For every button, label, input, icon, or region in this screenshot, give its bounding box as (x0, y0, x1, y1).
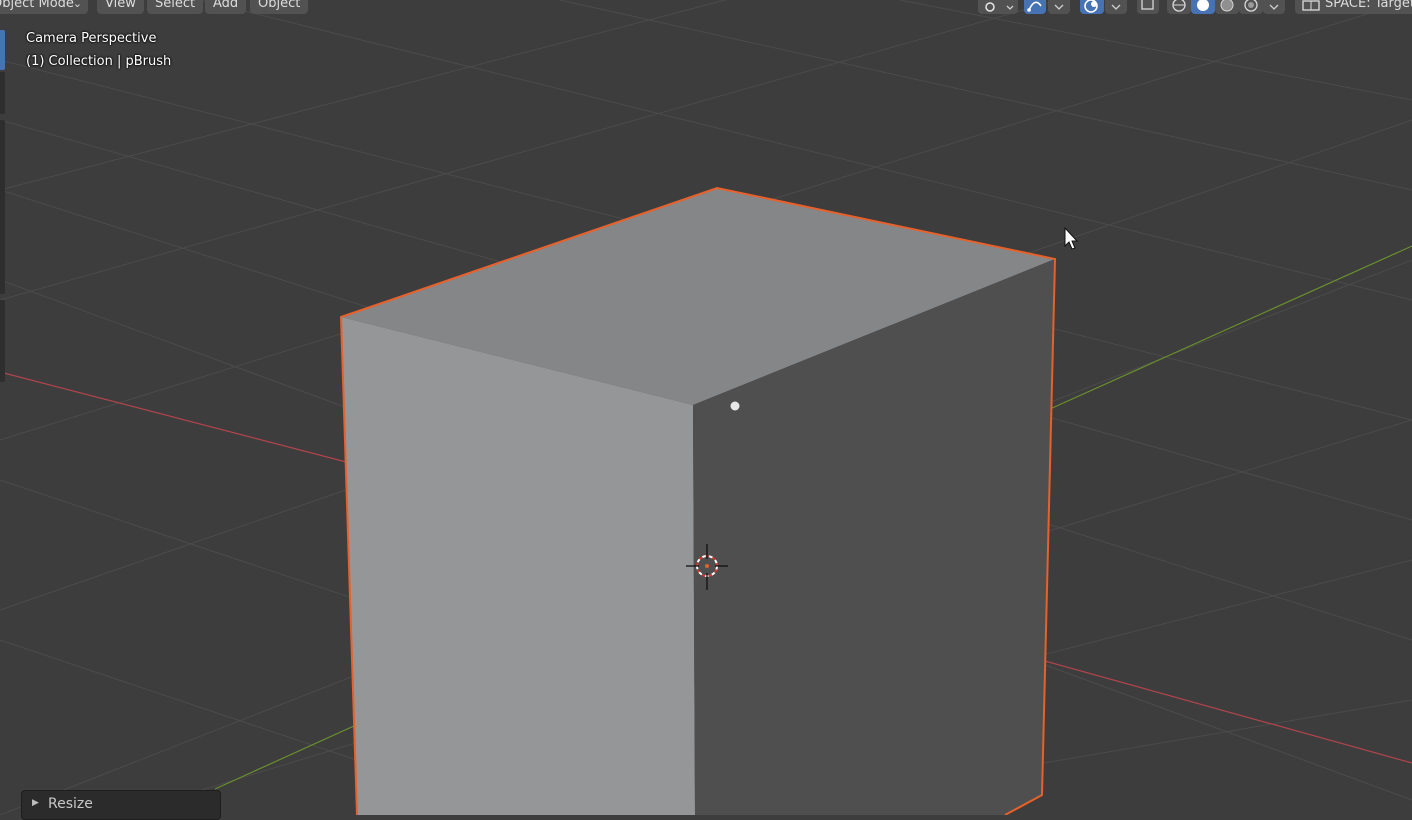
snap-icon[interactable] (1024, 0, 1046, 14)
toolbar-tool-group[interactable] (0, 120, 5, 294)
shading-options-chevron-icon[interactable] (1263, 0, 1285, 14)
proportional-options-chevron-icon[interactable] (1105, 0, 1127, 14)
space-target-button[interactable]: SPACE: Target (1295, 0, 1412, 14)
proportional-edit-icon[interactable] (1080, 0, 1104, 14)
tool-shelf[interactable] (0, 28, 5, 382)
mouse-pointer-icon (1064, 227, 1079, 250)
menu-object[interactable]: Object (250, 0, 309, 14)
object-origin (730, 401, 740, 411)
mode-selector[interactable]: Object Mode ⌄ (0, 0, 88, 14)
wireframe-shading-icon[interactable] (1167, 0, 1191, 14)
toolbar-tool-group[interactable] (0, 72, 5, 114)
menu-add[interactable]: Add (205, 0, 247, 14)
toolbar-active-tool[interactable] (0, 30, 5, 70)
mode-label: Object Mode (0, 0, 74, 11)
space-label: SPACE: Target (1325, 0, 1412, 11)
menu-view[interactable]: View (97, 0, 144, 14)
selected-cube[interactable] (339, 186, 1057, 815)
expand-triangle-icon[interactable]: ▶ (32, 798, 39, 808)
collection-info-label: (1) Collection | pBrush (26, 54, 172, 69)
solid-shading-icon[interactable] (1191, 0, 1215, 14)
chevron-down-icon: ⌄ (72, 0, 82, 10)
transform-pivot-icon[interactable] (978, 0, 1018, 14)
snap-options-chevron-icon[interactable] (1048, 0, 1070, 14)
rendered-shading-icon[interactable] (1239, 0, 1263, 14)
xray-icon[interactable] (1137, 0, 1159, 14)
operator-panel-label: Resize (48, 796, 93, 812)
camera-view-icon (1302, 0, 1320, 18)
menu-select[interactable]: Select (147, 0, 204, 14)
view-name-label: Camera Perspective (26, 31, 157, 46)
material-shading-icon[interactable] (1215, 0, 1239, 14)
toolbar-tool-group[interactable] (0, 300, 5, 382)
operator-panel-resize[interactable]: ▶ Resize (21, 790, 221, 820)
3d-viewport[interactable] (0, 0, 1412, 815)
